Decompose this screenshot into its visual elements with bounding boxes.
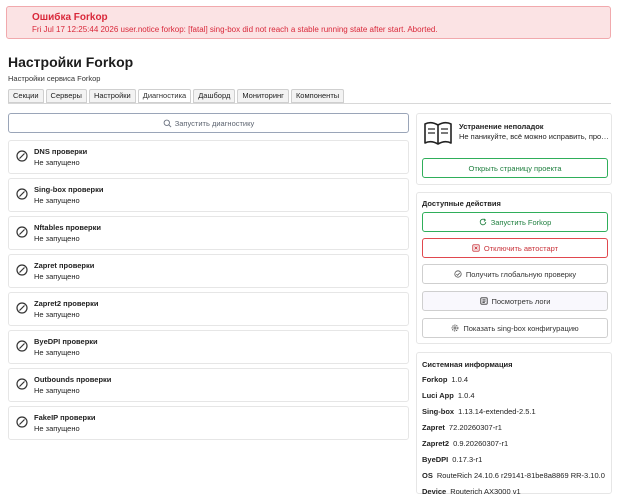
- check-status: Не запущено: [34, 310, 80, 319]
- sysinfo-row: Device Routerich AX3000 v1: [422, 487, 521, 496]
- check-card-zapret: Zapret проверки Не запущено: [8, 254, 409, 288]
- actions-panel: Доступные действия Запустить Forkop Откл…: [416, 192, 612, 344]
- book-icon: [424, 121, 452, 145]
- sysinfo-value: 0.17.3-r1: [452, 455, 483, 464]
- sysinfo-panel: Системная информация Forkop 1.0.4 Luci Ap…: [416, 352, 612, 496]
- sysinfo-key: Zapret: [422, 423, 445, 432]
- show-config-label: Показать sing-box конфигурацию: [463, 323, 579, 333]
- sysinfo-value: 0.9.20260307-r1: [453, 439, 509, 448]
- disable-autostart-label: Отключить автостарт: [483, 243, 559, 253]
- check-status: Не запущено: [34, 196, 80, 205]
- sysinfo-value: 1.0.4: [457, 391, 475, 400]
- sysinfo-value: RouteRich 24.10.6 r29141-81be8a8869 RR-3…: [436, 471, 605, 480]
- right-sidebar: Устранение неполадок Не паникуйте, всё м…: [416, 113, 612, 496]
- sysinfo-value: Routerich AX3000 v1: [450, 487, 521, 496]
- check-circle-icon: [454, 270, 462, 278]
- check-card-zapret2: Zapret2 проверки Не запущено: [8, 292, 409, 326]
- status-idle-icon: [16, 150, 28, 162]
- check-name: Zapret проверки: [34, 261, 95, 270]
- tab-settings[interactable]: Настройки: [88, 89, 136, 103]
- sysinfo-row: Zapret 72.20260307-r1: [422, 423, 502, 432]
- gear-icon: [451, 324, 459, 332]
- page-title: Настройки Forkop: [8, 54, 134, 70]
- status-idle-icon: [16, 378, 28, 390]
- sysinfo-row: OS RouteRich 24.10.6 r29141-81be8a8869 RR…: [422, 471, 605, 480]
- check-status: Не запущено: [34, 158, 80, 167]
- checks-list: DNS проверки Не запущено Sing-box провер…: [8, 140, 409, 444]
- check-status: Не запущено: [34, 234, 80, 243]
- view-logs-button[interactable]: Посмотреть логи: [422, 291, 608, 311]
- show-config-button[interactable]: Показать sing-box конфигурацию: [422, 318, 608, 338]
- alert-message: Fri Jul 17 12:25:44 2026 user.notice for…: [32, 25, 438, 34]
- check-card-byedpi: ByeDPI проверки Не запущено: [8, 330, 409, 364]
- check-card-dns: DNS проверки Не запущено: [8, 140, 409, 174]
- check-status: Не запущено: [34, 386, 80, 395]
- sysinfo-value: 1.13.14-extended-2.5.1: [458, 407, 536, 416]
- disable-autostart-button[interactable]: Отключить автостарт: [422, 238, 608, 258]
- sysinfo-row: Luci App 1.0.4: [422, 391, 475, 400]
- sysinfo-title: Системная информация: [422, 360, 513, 369]
- tab-diagnostics[interactable]: Диагностика: [137, 89, 192, 103]
- open-project-page-button[interactable]: Открыть страницу проекта: [422, 158, 608, 178]
- check-card-fakeip: FakeIP проверки Не запущено: [8, 406, 409, 440]
- status-idle-icon: [16, 188, 28, 200]
- troubleshooting-title: Устранение неполадок: [459, 122, 544, 131]
- check-name: Zapret2 проверки: [34, 299, 99, 308]
- page-subtitle: Настройки сервиса Forkop: [8, 74, 101, 83]
- status-idle-icon: [16, 264, 28, 276]
- check-status: Не запущено: [34, 272, 80, 281]
- tab-bar: Секции Серверы Настройки Диагностика Даш…: [8, 89, 345, 103]
- check-status: Не запущено: [34, 424, 80, 433]
- sysinfo-key: Device: [422, 487, 447, 496]
- tab-components[interactable]: Компоненты: [290, 89, 345, 103]
- start-forkop-button[interactable]: Запустить Forkop: [422, 212, 608, 232]
- check-name: Outbounds проверки: [34, 375, 112, 384]
- sysinfo-value: 72.20260307-r1: [448, 423, 502, 432]
- status-idle-icon: [16, 226, 28, 238]
- sysinfo-key: Zapret2: [422, 439, 450, 448]
- tab-sections[interactable]: Секции: [8, 89, 44, 103]
- sysinfo-key: Forkop: [422, 375, 448, 384]
- sysinfo-key: Sing-box: [422, 407, 455, 416]
- global-check-button[interactable]: Получить глобальную проверку: [422, 264, 608, 284]
- status-idle-icon: [16, 340, 28, 352]
- status-idle-icon: [16, 302, 28, 314]
- check-card-outbounds: Outbounds проверки Не запущено: [8, 368, 409, 402]
- error-alert: Ошибка Forkop Fri Jul 17 12:25:44 2026 u…: [6, 6, 611, 39]
- tab-dashboard[interactable]: Дашборд: [193, 89, 236, 103]
- sysinfo-row: Zapret2 0.9.20260307-r1: [422, 439, 508, 448]
- tab-monitoring[interactable]: Мониторинг: [237, 89, 289, 103]
- sysinfo-key: OS: [422, 471, 433, 480]
- check-name: Nftables проверки: [34, 223, 101, 232]
- actions-title: Доступные действия: [422, 199, 501, 208]
- check-name: Sing-box проверки: [34, 185, 104, 194]
- view-logs-label: Посмотреть логи: [491, 296, 551, 306]
- check-name: ByeDPI проверки: [34, 337, 98, 346]
- check-name: FakeIP проверки: [34, 413, 96, 422]
- run-diagnostics-button[interactable]: Запустить диагностику: [8, 113, 409, 133]
- start-forkop-label: Запустить Forkop: [490, 217, 552, 227]
- troubleshooting-panel: Устранение неполадок Не паникуйте, всё м…: [416, 113, 612, 185]
- alert-title: Ошибка Forkop: [32, 12, 108, 23]
- check-name: DNS проверки: [34, 147, 88, 156]
- sysinfo-value: 1.0.4: [451, 375, 469, 384]
- sysinfo-key: Luci App: [422, 391, 454, 400]
- check-card-singbox: Sing-box проверки Не запущено: [8, 178, 409, 212]
- sysinfo-row: Sing-box 1.13.14-extended-2.5.1: [422, 407, 536, 416]
- check-status: Не запущено: [34, 348, 80, 357]
- sysinfo-row: Forkop 1.0.4: [422, 375, 468, 384]
- tab-divider: [8, 103, 611, 104]
- search-icon: [163, 119, 172, 127]
- sysinfo-row: ByeDPI 0.17.3-r1: [422, 455, 482, 464]
- run-diagnostics-label: Запустить диагностику: [174, 118, 255, 128]
- log-icon: [479, 297, 488, 305]
- status-idle-icon: [16, 416, 28, 428]
- troubleshooting-description: Не паникуйте, всё можно исправить, прост…: [459, 132, 609, 141]
- sysinfo-key: ByeDPI: [422, 455, 449, 464]
- tab-servers[interactable]: Серверы: [45, 89, 87, 103]
- check-card-nftables: Nftables проверки Не запущено: [8, 216, 409, 250]
- refresh-icon: [479, 218, 486, 226]
- square-x-icon: [472, 244, 480, 252]
- global-check-label: Получить глобальную проверку: [465, 269, 577, 279]
